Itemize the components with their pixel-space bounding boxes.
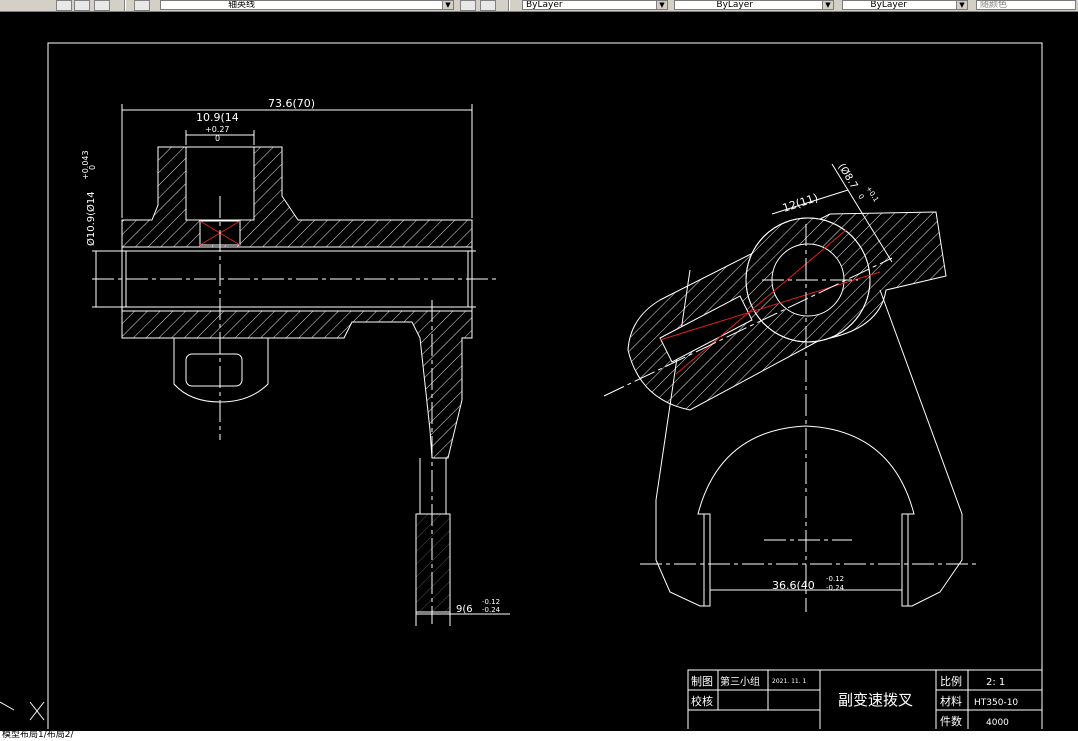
dropdown-arrow-icon[interactable] xyxy=(56,0,72,11)
ucs-icon xyxy=(0,701,45,721)
drawn-label: 制图 xyxy=(691,675,713,688)
dim-slot-tol-lower: 0 xyxy=(215,134,220,143)
dim-arm-length: 12(11) xyxy=(781,191,820,215)
dim-slot: 10.9(14 xyxy=(196,111,239,124)
dim-bore: Ø10.9(Ø14 xyxy=(85,191,97,246)
chevron-down-icon: ▼ xyxy=(822,1,833,9)
chevron-down-icon: ▼ xyxy=(442,1,453,9)
dim-overall: 73.6(70) xyxy=(268,97,315,110)
layout-tabs[interactable]: 模型布局1/布局2/ xyxy=(0,731,1078,741)
layers-icon[interactable] xyxy=(134,0,150,11)
toolbar-separator xyxy=(124,0,126,11)
plotstyle-value: 随颜色 xyxy=(980,0,1008,10)
dim-pin-tol-upper: +0.1 xyxy=(864,185,880,204)
lineweight-value: ByLayer xyxy=(870,0,907,10)
dim-fork-width: 9(6 xyxy=(456,604,473,615)
drawn-date: 2021. 11. 1 xyxy=(772,678,807,685)
layer-previous-icon[interactable] xyxy=(480,0,496,11)
material-label: 材料 xyxy=(940,694,962,708)
dim-fork-gap-lower: -0.24 xyxy=(826,584,845,592)
scale-value: 2: 1 xyxy=(986,677,1005,688)
toolbar-separator xyxy=(508,0,510,11)
layer-name: 轴英线 xyxy=(228,0,256,10)
linetype-value: ByLayer xyxy=(716,0,753,10)
dim-fork-width-upper: -0.12 xyxy=(482,598,500,606)
chevron-down-icon: ▼ xyxy=(656,1,667,9)
qty-value: 4000 xyxy=(986,718,1009,728)
dim-bore-tol-lower: 0 xyxy=(88,165,97,170)
layout-tabs-text: 模型布局1/布局2/ xyxy=(2,731,74,740)
layer-combo[interactable]: 轴英线 ▼ xyxy=(160,0,454,10)
make-current-icon[interactable] xyxy=(460,0,476,11)
dim-pin-tol-lower: 0 xyxy=(856,193,865,201)
linetype-combo[interactable]: ByLayer ▼ xyxy=(674,0,834,10)
plotstyle-combo[interactable]: 随颜色 xyxy=(976,0,1076,10)
lineweight-combo[interactable]: ByLayer ▼ xyxy=(842,0,968,10)
qty-label: 件数 xyxy=(940,715,962,728)
drawn-by: 第三小组 xyxy=(720,675,760,688)
color-value: ByLayer xyxy=(526,0,563,10)
layer-states-icon[interactable] xyxy=(74,0,90,11)
checked-label: 校核 xyxy=(691,694,713,708)
part-name: 副变速拨叉 xyxy=(838,691,913,709)
front-view xyxy=(92,104,510,626)
layer-manager-icon[interactable] xyxy=(94,0,110,11)
drawing-canvas[interactable]: 73.6(70) 10.9(14 +0.27 0 Ø10.9(Ø14 +0.04… xyxy=(0,12,1078,729)
properties-toolbar: 轴英线 ▼ ByLayer ▼ ByLayer ▼ ByLayer ▼ 随颜色 xyxy=(0,0,1078,12)
side-view xyxy=(603,163,976,612)
dim-fork-gap: 36.6(40 xyxy=(772,579,815,592)
color-combo[interactable]: ByLayer ▼ xyxy=(522,0,668,10)
scale-label: 比例 xyxy=(940,674,962,688)
material-value: HT350-10 xyxy=(974,698,1018,708)
dim-fork-width-lower: -0.24 xyxy=(482,606,501,614)
title-block-text: 制图 第三小组 2021. 11. 1 校核 副变速拨叉 比例 2: 1 材料 … xyxy=(691,674,1018,728)
dim-slot-tol-upper: +0.27 xyxy=(205,125,230,134)
chevron-down-icon: ▼ xyxy=(956,1,967,9)
dim-fork-gap-upper: -0.12 xyxy=(826,575,844,583)
